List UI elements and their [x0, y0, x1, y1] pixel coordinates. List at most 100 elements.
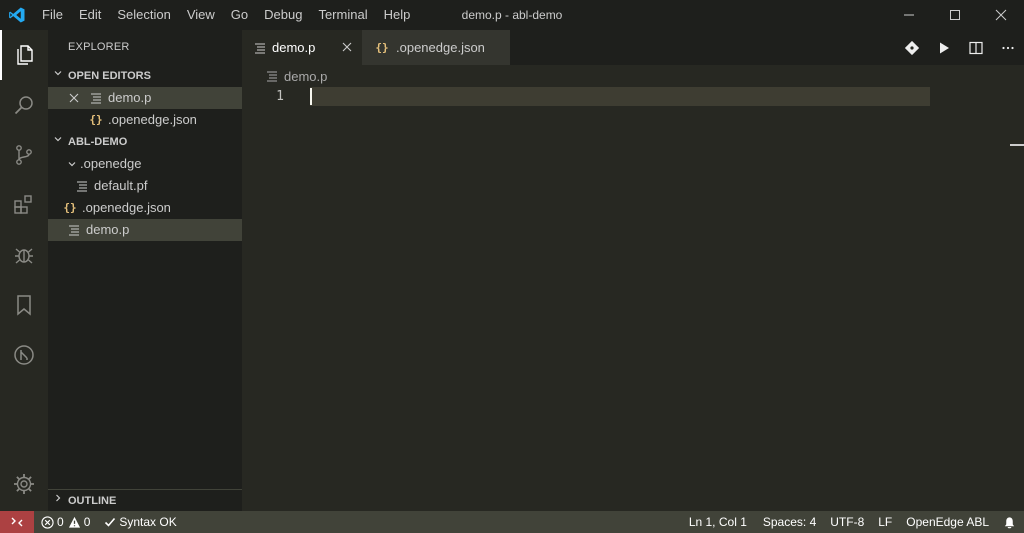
menu-help[interactable]: Help: [376, 0, 419, 30]
lines-file-icon: [252, 40, 268, 56]
tab-openedge-json[interactable]: {} .openedge.json: [362, 30, 510, 65]
activity-bar: [0, 30, 48, 511]
indentation-setting[interactable]: Spaces: 4: [756, 511, 823, 533]
eol-setting[interactable]: LF: [871, 511, 899, 533]
title-bar: File Edit Selection View Go Debug Termin…: [0, 0, 1024, 30]
outline-label: OUTLINE: [68, 494, 117, 507]
encoding-setting[interactable]: UTF-8: [823, 511, 871, 533]
open-editors-header[interactable]: OPEN EDITORS: [48, 65, 242, 87]
maximize-button[interactable]: [932, 0, 978, 30]
editor-tabs: demo.p {} .openedge.json: [242, 30, 1024, 65]
chevron-down-icon: [48, 131, 68, 153]
error-icon: [41, 515, 54, 529]
menu-debug[interactable]: Debug: [256, 0, 310, 30]
run-button[interactable]: [928, 30, 960, 65]
source-control-view-button[interactable]: [0, 130, 48, 180]
open-editors-label: OPEN EDITORS: [68, 70, 151, 82]
json-icon: {}: [89, 113, 103, 126]
extensions-view-button[interactable]: [0, 180, 48, 230]
tree-file-openedge-json[interactable]: {} .openedge.json: [48, 197, 242, 219]
menu-selection[interactable]: Selection: [109, 0, 178, 30]
syntax-status[interactable]: Syntax OK: [97, 511, 183, 533]
window-controls: [886, 0, 1024, 30]
menu-go[interactable]: Go: [223, 0, 256, 30]
git-history-icon: [14, 345, 34, 365]
more-actions-button[interactable]: [992, 30, 1024, 65]
debug-view-button[interactable]: [0, 230, 48, 280]
scrollbar-marker[interactable]: [1010, 144, 1024, 146]
tab-demo-p[interactable]: demo.p: [242, 30, 362, 65]
remote-indicator-button[interactable]: [0, 511, 34, 533]
menu-terminal[interactable]: Terminal: [310, 0, 375, 30]
json-icon: {}: [375, 41, 389, 54]
tree-folder-openedge[interactable]: .openedge: [48, 153, 242, 175]
line-number: 1: [276, 89, 284, 104]
breadcrumb[interactable]: demo.p: [242, 65, 1024, 87]
project-header[interactable]: ABL-DEMO: [48, 131, 242, 153]
minimize-button[interactable]: [886, 0, 932, 30]
gear-icon: [14, 474, 34, 494]
lines-file-icon: [74, 178, 90, 194]
check-icon: [105, 517, 116, 527]
search-view-button[interactable]: [0, 80, 48, 130]
tree-item-label: .openedge.json: [82, 200, 171, 215]
close-window-button[interactable]: [978, 0, 1024, 30]
manage-settings-button[interactable]: [0, 459, 48, 509]
tab-label: .openedge.json: [396, 40, 485, 55]
open-changes-button[interactable]: [896, 30, 928, 65]
code-line[interactable]: 1: [242, 87, 930, 106]
bookmark-icon: [17, 295, 31, 316]
tree-file-demo-p[interactable]: demo.p: [48, 219, 242, 241]
warning-count: 0: [83, 515, 91, 529]
menu-bar: File Edit Selection View Go Debug Termin…: [34, 0, 418, 30]
ellipsis-icon: [1002, 46, 1014, 49]
breadcrumb-label: demo.p: [284, 68, 328, 84]
text-cursor: [310, 88, 312, 105]
status-bar: 0 0 Syntax OK Ln 1, Col 1 Spaces: 4 UTF-…: [0, 511, 1024, 533]
menu-file[interactable]: File: [34, 0, 71, 30]
explorer-view-button[interactable]: [0, 30, 48, 80]
sidebar-title: EXPLORER: [68, 41, 130, 53]
lines-file-icon: [88, 90, 104, 106]
close-editor-icon[interactable]: [68, 93, 80, 103]
vscode-logo-icon: [0, 0, 34, 30]
open-editor-label: .openedge.json: [108, 112, 197, 127]
open-editor-item-openedge-json[interactable]: {} .openedge.json: [48, 109, 242, 131]
source-control-icon: [16, 145, 32, 165]
tree-item-label: demo.p: [86, 222, 130, 237]
close-tab-icon[interactable]: [342, 40, 352, 55]
problems-indicator[interactable]: 0 0: [34, 511, 97, 533]
explorer-sidebar: EXPLORER OPEN EDITORS demo.p {} .openedg…: [48, 30, 242, 511]
bell-icon: [1004, 516, 1015, 528]
notifications-button[interactable]: [996, 511, 1024, 533]
git-history-view-button[interactable]: [0, 330, 48, 380]
menu-view[interactable]: View: [179, 0, 223, 30]
project-label: ABL-DEMO: [68, 136, 128, 148]
menu-edit[interactable]: Edit: [71, 0, 109, 30]
play-icon: [940, 42, 949, 53]
bookmarks-view-button[interactable]: [0, 280, 48, 330]
current-line-highlight[interactable]: [310, 87, 930, 106]
open-editor-item-demo-p[interactable]: demo.p: [48, 87, 242, 109]
tab-label: demo.p: [272, 40, 316, 55]
git-compare-icon: [905, 40, 919, 55]
close-icon: [995, 9, 1007, 21]
open-editor-label: demo.p: [108, 90, 152, 105]
editor-actions: [896, 30, 1024, 65]
editor-group: demo.p {} .openedge.json demo.p 1: [242, 30, 1024, 511]
maximize-icon: [950, 10, 960, 20]
tree-file-default-pf[interactable]: default.pf: [48, 175, 242, 197]
bug-icon: [15, 248, 33, 264]
error-count: 0: [57, 515, 64, 529]
minimize-icon: [904, 14, 914, 16]
chevron-right-icon: [48, 490, 68, 512]
cursor-position[interactable]: Ln 1, Col 1: [682, 511, 754, 533]
code-editor[interactable]: 1: [242, 87, 1024, 487]
warning-icon: [68, 516, 80, 528]
split-editor-icon: [969, 41, 983, 54]
chevron-down-icon: [64, 159, 80, 169]
outline-header[interactable]: OUTLINE: [48, 489, 242, 511]
search-icon: [14, 96, 33, 115]
split-editor-button[interactable]: [960, 30, 992, 65]
language-mode[interactable]: OpenEdge ABL: [899, 511, 996, 533]
